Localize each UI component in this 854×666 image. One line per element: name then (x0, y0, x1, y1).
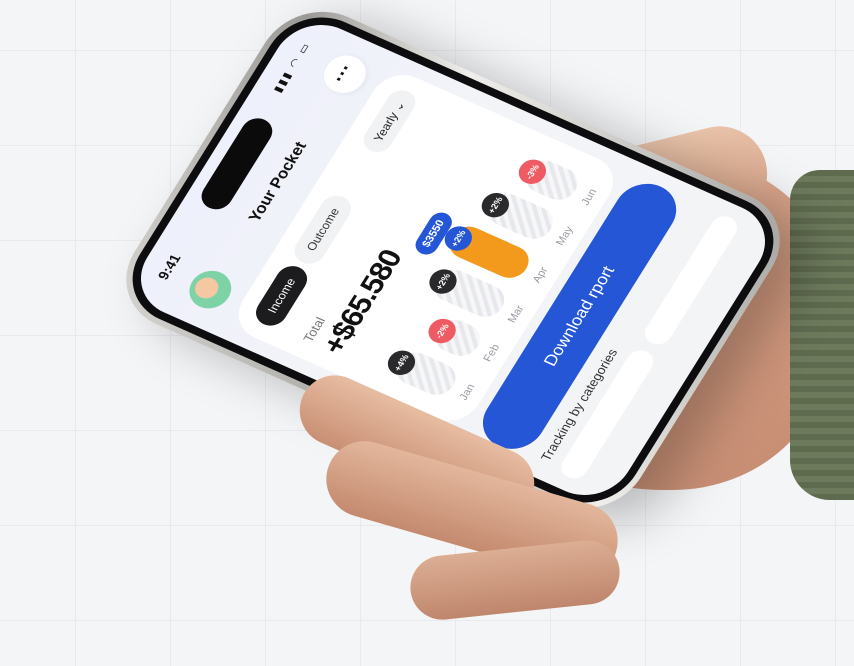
month-label: Apr (530, 265, 551, 285)
month-label: Jan (457, 382, 478, 403)
tab-outcome[interactable]: Outcome (289, 190, 357, 269)
month-label: Mar (505, 303, 527, 325)
month-label: Feb (481, 342, 503, 364)
status-icons: ▮▮▮ ◠ ▭ (271, 40, 314, 95)
tab-income[interactable]: Income (250, 261, 314, 331)
period-dropdown[interactable]: Yearly ⌄ (358, 85, 421, 157)
month-label: May (554, 224, 576, 248)
status-time: 9:41 (154, 251, 184, 282)
month-label: Jun (579, 187, 600, 208)
